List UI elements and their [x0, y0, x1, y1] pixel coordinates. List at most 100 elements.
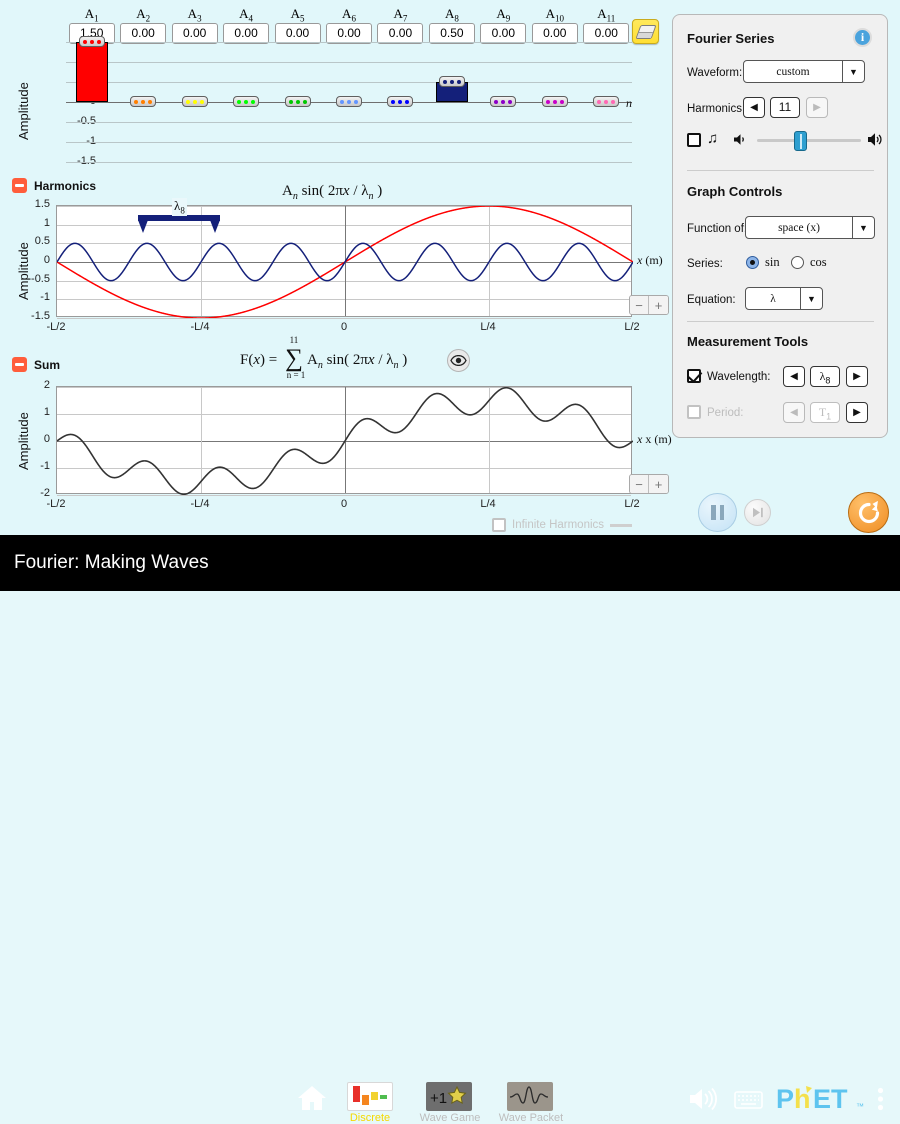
amplitude-field-11[interactable]: 0.00: [583, 23, 629, 44]
amplitude-slider-thumb-9[interactable]: [490, 96, 516, 107]
series-sin-radio[interactable]: [746, 256, 759, 269]
screen-label-discrete[interactable]: Discrete: [325, 1112, 415, 1124]
wave-packet-screen-icon: [507, 1082, 553, 1111]
wavelength-increment-button[interactable]: ▶: [846, 366, 868, 387]
sum-index: n = 1: [281, 370, 311, 380]
waveform-label: Waveform:: [687, 67, 742, 79]
amplitude-slider-thumb-5[interactable]: [285, 96, 311, 107]
volume-slider-track[interactable]: [757, 139, 861, 142]
sound-checkbox[interactable]: [687, 133, 701, 147]
harmonics-x-tick: L/4: [462, 321, 514, 333]
harmonics-y-tick: 1: [10, 217, 50, 229]
screen-label-wave-game[interactable]: Wave Game: [405, 1112, 495, 1124]
harmonics-x-tick: L/2: [606, 321, 658, 333]
amplitude-bar-1[interactable]: [76, 42, 108, 102]
function-of-combobox[interactable]: space (x) ▼: [745, 216, 875, 239]
infinite-harmonics-checkbox[interactable]: [492, 518, 506, 532]
gridline: [57, 495, 631, 496]
amplitude-label-1: A1: [70, 6, 114, 24]
period-decrement-button[interactable]: ◀: [783, 402, 805, 423]
pause-button[interactable]: [698, 493, 737, 532]
amplitude-field-7[interactable]: 0.00: [377, 23, 423, 44]
amplitude-slider-thumb-1[interactable]: [79, 36, 105, 47]
amplitude-label-4: A4: [224, 6, 268, 24]
wavelength-decrement-button[interactable]: ◀: [783, 366, 805, 387]
infinite-harmonics-label: Infinite Harmonics: [512, 519, 604, 531]
amplitude-field-2[interactable]: 0.00: [120, 23, 166, 44]
amplitude-slider-thumb-11[interactable]: [593, 96, 619, 107]
volume-slider-thumb[interactable]: [794, 131, 807, 151]
period-increment-button[interactable]: ▶: [846, 402, 868, 423]
equation-combobox[interactable]: λ ▼: [745, 287, 823, 310]
wavelength-checkbox[interactable]: [687, 369, 701, 383]
series-cos-radio[interactable]: [791, 256, 804, 269]
harmonics-value[interactable]: 11: [770, 97, 800, 118]
harmonics-x-tick: -L/4: [174, 321, 226, 333]
phet-logo[interactable]: P h ET ™: [776, 1084, 868, 1119]
home-button[interactable]: [296, 1083, 328, 1113]
amplitude-label-9: A9: [481, 6, 525, 24]
reset-all-button[interactable]: [848, 492, 889, 533]
amplitude-slider-thumb-6[interactable]: [336, 96, 362, 107]
period-order-value[interactable]: T1: [810, 402, 840, 423]
sum-plot: [56, 386, 632, 494]
amplitude-slider-thumb-4[interactable]: [233, 96, 259, 107]
period-checkbox[interactable]: [687, 405, 701, 419]
amplitude-label-10: A10: [533, 6, 577, 24]
wavelength-tool-label: λ8: [172, 198, 187, 216]
amplitude-label-6: A6: [327, 6, 371, 24]
harmonics-y-tick: 0: [10, 254, 50, 266]
screen-thumb-wave-packet[interactable]: [507, 1082, 553, 1111]
amplitude-label-8: A8: [430, 6, 474, 24]
sum-zoom-out-button[interactable]: −: [630, 475, 649, 493]
phet-menu-button[interactable]: [877, 1087, 884, 1116]
info-button[interactable]: i: [853, 28, 872, 47]
amplitude-field-3[interactable]: 0.00: [172, 23, 218, 44]
amplitude-field-4[interactable]: 0.00: [223, 23, 269, 44]
harmonics-zoom-buttons[interactable]: − +: [629, 295, 669, 315]
gridline: [66, 122, 632, 123]
harmonics-decrement-button[interactable]: ◀: [743, 97, 765, 118]
screen-thumb-discrete[interactable]: [347, 1082, 393, 1111]
function-of-value: space (x): [746, 222, 852, 234]
sum-collapse-button[interactable]: [12, 357, 27, 372]
sum-eye-button[interactable]: [447, 349, 470, 372]
amplitude-slider-thumb-3[interactable]: [182, 96, 208, 107]
keyboard-shortcuts-button[interactable]: [734, 1089, 763, 1115]
amplitude-slider-thumb-8[interactable]: [439, 76, 465, 87]
amplitude-field-6[interactable]: 0.00: [326, 23, 372, 44]
wavelength-tool[interactable]: [138, 215, 220, 235]
amplitude-y-axis-label: Amplitude: [16, 82, 31, 140]
eraser-button[interactable]: [632, 19, 659, 44]
amplitude-slider-thumb-2[interactable]: [130, 96, 156, 107]
eraser-icon: [635, 25, 656, 39]
waveform-combobox[interactable]: custom ▼: [743, 60, 865, 83]
harmonics-zoom-out-button[interactable]: −: [630, 296, 649, 314]
amplitude-field-5[interactable]: 0.00: [275, 23, 321, 44]
amplitude-label-11: A11: [584, 6, 628, 24]
screen-label-wave-packet[interactable]: Wave Packet: [486, 1112, 576, 1124]
harmonics-title: Harmonics: [34, 179, 96, 193]
amplitudes-chart: Amplitude 1.510.50-0.5-1-1.5 A1A2A3A4A5A…: [0, 0, 668, 175]
harmonics-increment-button[interactable]: ▶: [806, 97, 828, 118]
amplitude-slider-thumb-10[interactable]: [542, 96, 568, 107]
step-forward-button[interactable]: [744, 499, 771, 526]
screen-thumb-wave-game[interactable]: +1: [426, 1082, 472, 1111]
sum-x-tick: -L/4: [174, 498, 226, 510]
amplitude-field-10[interactable]: 0.00: [532, 23, 578, 44]
sum-x-axis-label: x x (m): [637, 432, 672, 447]
wavelength-order-value[interactable]: λ8: [810, 366, 840, 387]
harmonics-zoom-in-button[interactable]: +: [649, 296, 668, 314]
harmonics-collapse-button[interactable]: [12, 178, 27, 193]
sound-toggle-button[interactable]: [688, 1086, 718, 1117]
sum-zoom-buttons[interactable]: − +: [629, 474, 669, 494]
gridline: [66, 42, 632, 43]
amplitude-field-9[interactable]: 0.00: [480, 23, 526, 44]
infinite-harmonics-row[interactable]: Infinite Harmonics: [492, 518, 632, 532]
svg-text:P: P: [776, 1084, 794, 1114]
sum-zoom-in-button[interactable]: +: [649, 475, 668, 493]
harmonics-y-tick: 0.5: [10, 235, 50, 247]
amplitude-field-8[interactable]: 0.50: [429, 23, 475, 44]
amplitude-slider-thumb-7[interactable]: [387, 96, 413, 107]
harmonics-x-tick: 0: [318, 321, 370, 333]
